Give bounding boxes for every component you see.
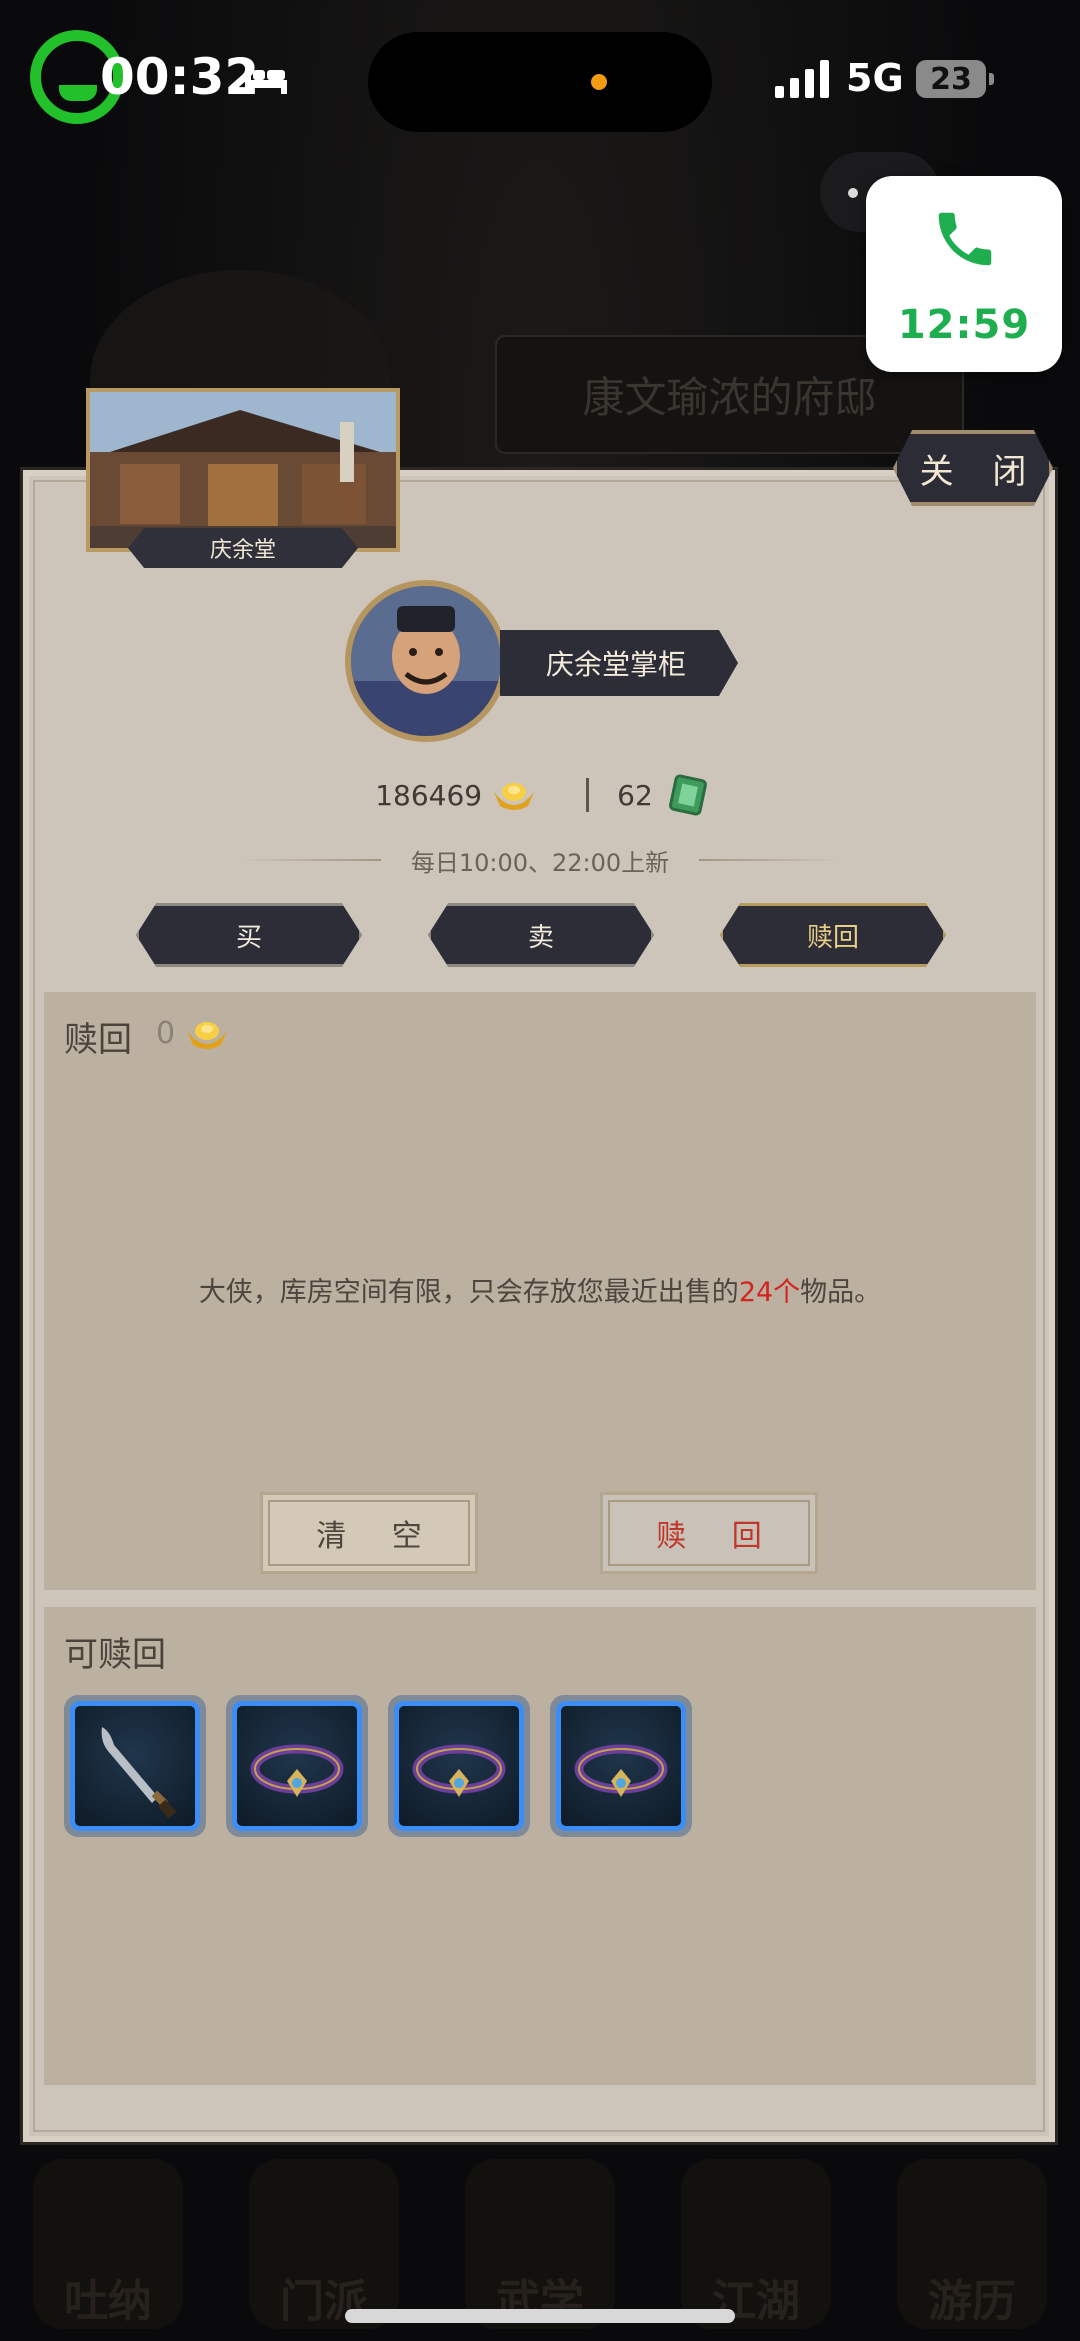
saber-item-icon bbox=[101, 1727, 176, 1819]
buyback-section: 赎回 0 大侠，库房空间有限，只会存放您最近出售的24个物品。 清 空 赎 回 bbox=[44, 992, 1036, 1590]
redeem-button[interactable]: 赎 回 bbox=[600, 1492, 818, 1574]
shop-building-image bbox=[90, 392, 396, 548]
nav-travel[interactable]: 游历 bbox=[897, 2159, 1047, 2329]
jade-ticket-icon bbox=[668, 774, 707, 816]
left-ornament bbox=[240, 859, 381, 861]
cellular-signal-icon bbox=[775, 60, 829, 98]
home-indicator[interactable] bbox=[345, 2309, 735, 2323]
buyback-title: 赎回 bbox=[64, 1020, 132, 1060]
refresh-text: 每日10:00、22:00上新 bbox=[410, 848, 670, 877]
redeemable-title: 可赎回 bbox=[64, 1635, 166, 1675]
status-time: 00:32 bbox=[100, 48, 260, 106]
redeem-label: 赎 回 bbox=[656, 1519, 780, 1554]
notice-limit: 24个 bbox=[738, 1277, 801, 1308]
headband-item-icon bbox=[412, 1744, 506, 1797]
dynamic-island bbox=[368, 32, 712, 132]
battery-level: 23 bbox=[930, 61, 972, 97]
network-type: 5G bbox=[846, 56, 904, 100]
tab-buy[interactable]: 买 bbox=[136, 903, 362, 967]
item-slot[interactable] bbox=[550, 1695, 692, 1837]
gold-ingot-icon bbox=[187, 1021, 228, 1049]
bottom-nav: 吐纳 门派 武学 江湖 游历 bbox=[0, 2114, 1080, 2341]
phone-icon bbox=[938, 212, 992, 266]
item-slot[interactable] bbox=[226, 1695, 368, 1837]
privacy-indicator-dot bbox=[591, 74, 607, 90]
shopkeeper-avatar[interactable] bbox=[345, 580, 507, 742]
close-button[interactable]: 关 闭 bbox=[893, 430, 1053, 506]
clear-button[interactable]: 清 空 bbox=[260, 1492, 478, 1574]
shop-thumbnail bbox=[86, 388, 400, 552]
nav-jianghu[interactable]: 江湖 bbox=[681, 2159, 831, 2329]
call-widget[interactable]: 12:59 bbox=[866, 176, 1062, 372]
buyback-cost-value: 0 bbox=[156, 1016, 176, 1051]
currency-divider bbox=[586, 778, 590, 812]
npc-name-plate: 庆余堂掌柜 bbox=[500, 630, 738, 696]
gold-amount: 186469 bbox=[375, 778, 483, 812]
notice-suffix: 物品。 bbox=[800, 1277, 882, 1308]
redeemable-section: 可赎回 bbox=[44, 1607, 1036, 2085]
battery-icon: 23 bbox=[916, 60, 994, 98]
sleep-focus-icon bbox=[245, 64, 287, 94]
call-duration: 12:59 bbox=[897, 302, 1031, 348]
tab-buyback[interactable]: 赎回 bbox=[720, 903, 946, 967]
ticket-amount: 62 bbox=[617, 778, 653, 812]
buyback-cost: 0 bbox=[156, 1016, 229, 1051]
notice-prefix: 大侠，库房空间有限，只会存放您最近出售的 bbox=[198, 1277, 739, 1308]
shop-name-label: 庆余堂 bbox=[128, 528, 358, 568]
buyback-notice: 大侠，库房空间有限，只会存放您最近出售的24个物品。 bbox=[44, 1270, 1036, 1309]
clear-label: 清 空 bbox=[316, 1519, 440, 1554]
status-bar: 00:32 5G 23 bbox=[0, 0, 1080, 160]
headband-item-icon bbox=[574, 1744, 668, 1797]
nav-tuna[interactable]: 吐纳 bbox=[33, 2159, 183, 2329]
headband-item-icon bbox=[250, 1744, 344, 1797]
currency-row: 186469 62 bbox=[0, 770, 1080, 820]
item-slot[interactable] bbox=[64, 1695, 206, 1837]
nav-sect[interactable]: 门派 bbox=[249, 2159, 399, 2329]
gold-ingot-icon bbox=[494, 783, 535, 810]
right-ornament bbox=[699, 859, 840, 861]
nav-martial[interactable]: 武学 bbox=[465, 2159, 615, 2329]
refresh-schedule: 每日10:00、22:00上新 bbox=[0, 842, 1080, 878]
shopkeeper-portrait bbox=[351, 586, 501, 736]
tab-sell[interactable]: 卖 bbox=[428, 903, 654, 967]
item-slot[interactable] bbox=[388, 1695, 530, 1837]
